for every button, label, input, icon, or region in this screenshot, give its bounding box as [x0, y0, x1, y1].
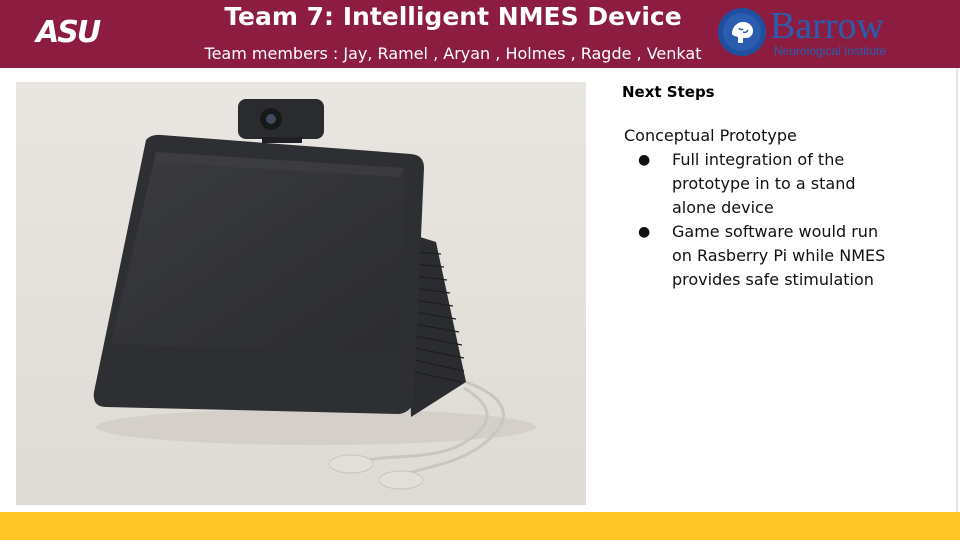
barrow-subtitle: Neurological Institute [774, 44, 887, 58]
list-item: ● Game software would run on Rasberry Pi… [624, 220, 894, 292]
electrode-pad-1 [328, 454, 374, 474]
next-steps-heading: Next Steps [622, 83, 715, 101]
list-item-text: Game software would run on Rasberry Pi w… [672, 222, 886, 289]
electrode-pad-2 [378, 470, 424, 490]
bullet-icon: ● [638, 152, 651, 168]
list-item: ● Full integration of the prototype in t… [624, 148, 894, 220]
barrow-name: Barrow [770, 5, 884, 47]
barrow-logo: Barrow Neurological Institute [716, 5, 912, 60]
next-steps-body: Conceptual Prototype ● Full integration … [624, 124, 894, 292]
barrow-brain-icon [718, 8, 766, 56]
device-photo [16, 82, 586, 505]
next-steps-list: ● Full integration of the prototype in t… [624, 148, 894, 292]
next-steps-intro: Conceptual Prototype [624, 126, 797, 145]
footer-bar [0, 512, 960, 540]
header-bar: ASU Team 7: Intelligent NMES Device Team… [0, 0, 960, 68]
nmes-device-illustration [16, 82, 586, 505]
device-screen [111, 152, 404, 352]
list-item-text: Full integration of the prototype in to … [672, 150, 856, 217]
bullet-icon: ● [638, 224, 651, 240]
